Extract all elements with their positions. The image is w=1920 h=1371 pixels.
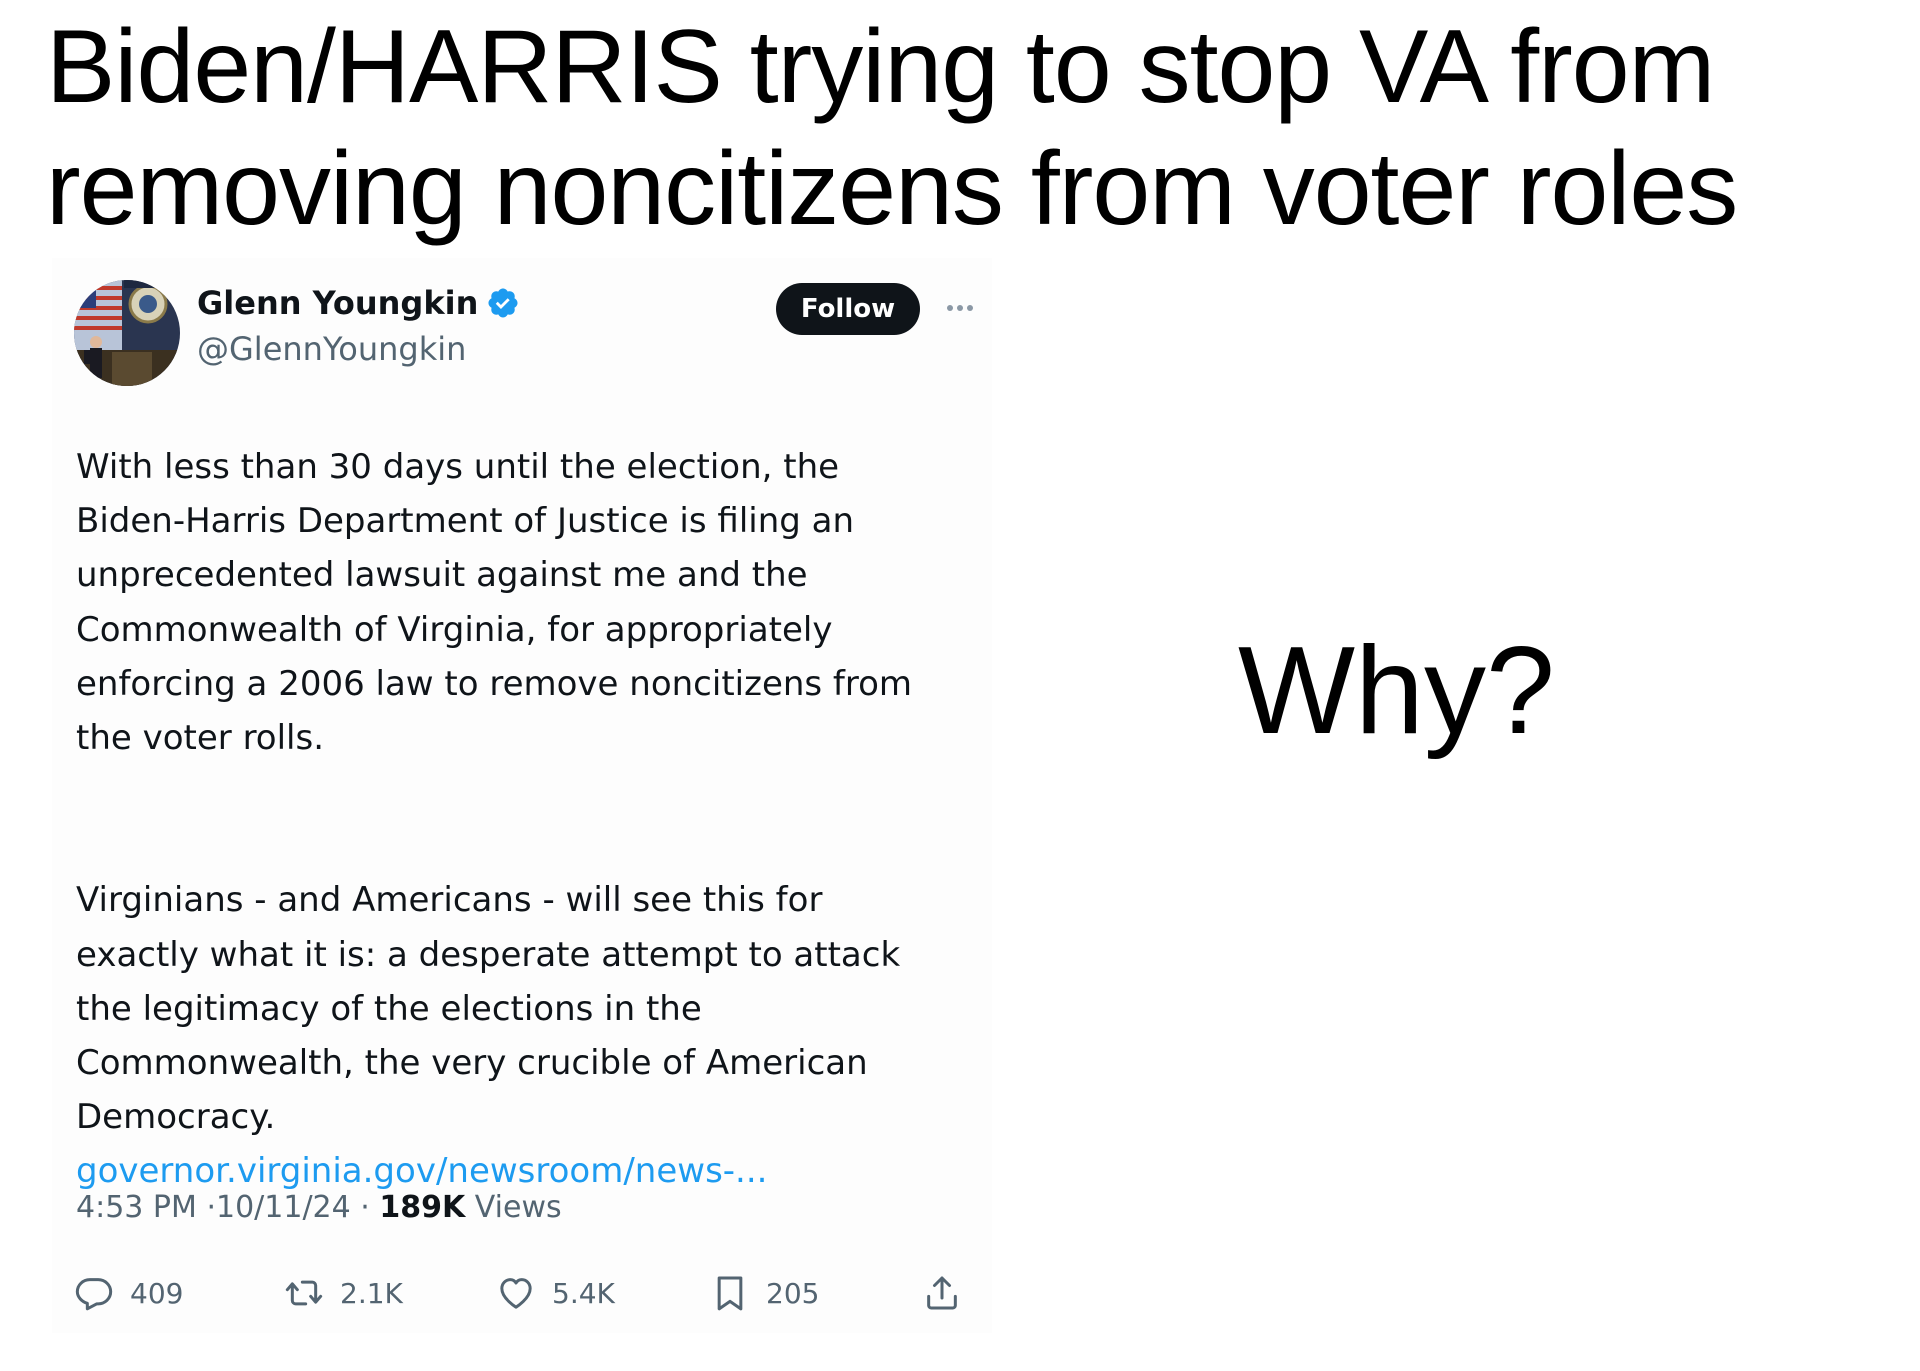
share-upload-icon [927, 1276, 957, 1310]
like-button[interactable]: 5.4K [496, 1268, 615, 1318]
author-handle[interactable]: @GlennYoungkin [197, 330, 466, 368]
meme-caption-line-2: removing noncitizens from voter roles [46, 131, 1738, 247]
bookmark-count: 205 [766, 1276, 820, 1310]
why-question-text: Why? [1238, 622, 1555, 760]
heart-icon [500, 1278, 532, 1309]
repost-arrows-icon [285, 1280, 323, 1306]
repost-count: 2.1K [340, 1276, 403, 1310]
author-name[interactable]: Glenn Youngkin [197, 284, 478, 322]
avatar-image [74, 280, 180, 386]
follow-button[interactable]: Follow [776, 283, 920, 335]
share-button[interactable] [922, 1268, 962, 1318]
bookmark-button[interactable]: 205 [710, 1268, 819, 1318]
verified-badge-icon [486, 286, 520, 320]
avatar[interactable] [74, 280, 180, 386]
more-dots-icon[interactable] [940, 288, 980, 328]
tweet-paragraph-2-text: Virginians - and Americans - will see th… [76, 880, 901, 1138]
reply-count: 409 [130, 1276, 184, 1310]
action-bar: 409 2.1K 5.4K 205 [74, 1268, 994, 1318]
meta-separator: · [206, 1190, 216, 1225]
tweet-card: Glenn Youngkin @GlennYoungkin Follow Wit… [52, 258, 992, 1333]
reply-button[interactable]: 409 [74, 1268, 183, 1318]
like-count: 5.4K [552, 1276, 615, 1310]
meme-caption-line-1: Biden/HARRIS trying to stop VA from [46, 9, 1715, 125]
tweet-paragraph-1: With less than 30 days until the electio… [76, 447, 913, 759]
tweet-text: With less than 30 days until the electio… [76, 440, 976, 1253]
meme-caption: Biden/HARRIS trying to stop VA from remo… [46, 6, 1906, 250]
tweet-date[interactable]: 10/11/24 [216, 1190, 351, 1225]
views-label: Views [474, 1190, 562, 1225]
tweet-paragraph-2: Virginians - and Americans - will see th… [76, 819, 976, 1253]
views-count: 189K [379, 1190, 466, 1225]
reply-bubble-icon [75, 1278, 113, 1311]
tweet-time[interactable]: 4:53 PM [76, 1190, 197, 1225]
tweet-meta: 4:53 PM ·10/11/24 · 189K Views [76, 1190, 562, 1225]
bookmark-icon [717, 1276, 743, 1311]
author-name-row[interactable]: Glenn Youngkin [197, 284, 520, 322]
repost-button[interactable]: 2.1K [284, 1268, 403, 1318]
meta-separator: · [360, 1190, 370, 1225]
